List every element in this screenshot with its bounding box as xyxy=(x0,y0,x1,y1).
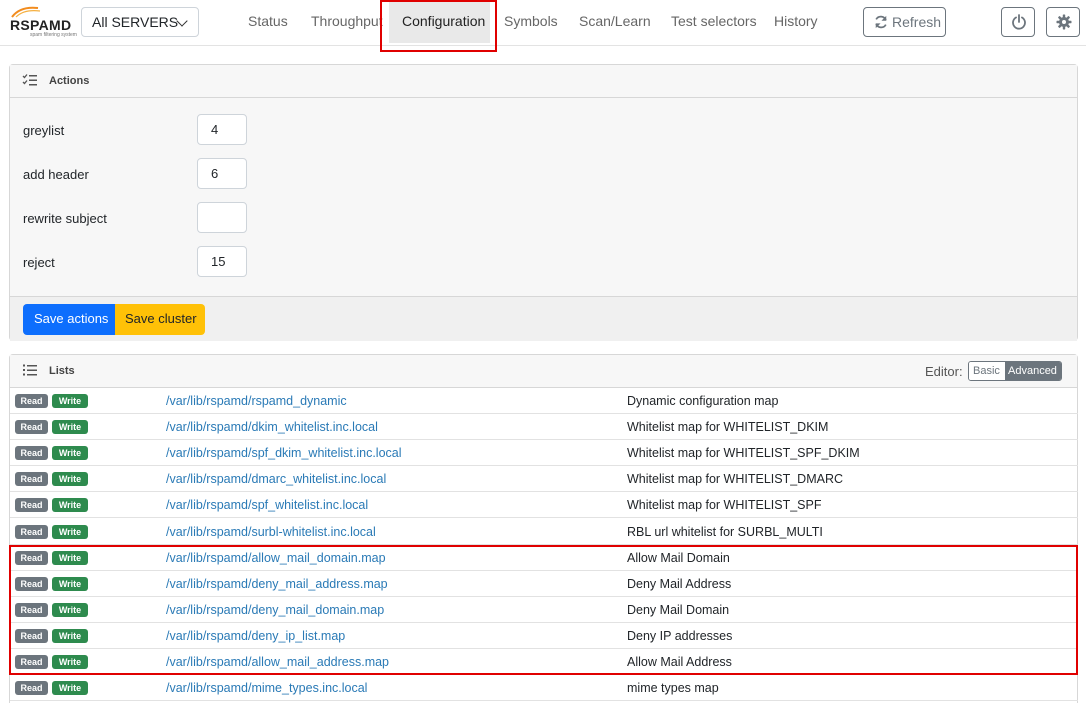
action-label-greylist: greylist xyxy=(23,123,64,138)
tab-symbols[interactable]: Symbols xyxy=(504,13,558,29)
read-badge[interactable]: Read xyxy=(15,525,48,539)
read-badge[interactable]: Read xyxy=(15,394,48,408)
map-description: Whitelist map for WHITELIST_DMARC xyxy=(627,472,843,486)
write-badge[interactable]: Write xyxy=(52,472,88,486)
action-label-add-header: add header xyxy=(23,167,89,182)
list-icon xyxy=(22,363,38,377)
tab-history[interactable]: History xyxy=(774,13,818,29)
table-row: Read Write/var/lib/rspamd/dmarc_whitelist… xyxy=(10,466,1078,492)
logo-tagline: spam filtering system xyxy=(30,32,77,38)
editor-basic-option[interactable]: Basic xyxy=(969,362,1005,380)
map-description: Whitelist map for WHITELIST_SPF xyxy=(627,498,821,512)
tab-scan-learn[interactable]: Scan/Learn xyxy=(579,13,651,29)
map-path-link[interactable]: /var/lib/rspamd/mime_types.inc.local xyxy=(166,681,367,695)
write-badge[interactable]: Write xyxy=(52,498,88,512)
refresh-button[interactable]: Refresh xyxy=(863,7,946,37)
actions-footer: Save actions Save cluster xyxy=(10,296,1077,341)
map-description: Whitelist map for WHITELIST_DKIM xyxy=(627,420,828,434)
action-label-rewrite-subject: rewrite subject xyxy=(23,211,107,226)
map-description: RBL url whitelist for SURBL_MULTI xyxy=(627,525,823,539)
server-select[interactable]: All SERVERS xyxy=(81,7,199,37)
tab-status[interactable]: Status xyxy=(248,13,288,29)
save-actions-button[interactable]: Save actions xyxy=(23,304,115,335)
map-path-link[interactable]: /var/lib/rspamd/dmarc_whitelist.inc.loca… xyxy=(166,472,386,486)
write-badge[interactable]: Write xyxy=(52,681,88,695)
write-badge[interactable]: Write xyxy=(52,525,88,539)
map-path-link[interactable]: /var/lib/rspamd/spf_whitelist.inc.local xyxy=(166,498,368,512)
map-description: Whitelist map for WHITELIST_SPF_DKIM xyxy=(627,446,860,460)
top-navbar: RSPAMD spam filtering system All SERVERS… xyxy=(0,0,1086,46)
list-check-icon xyxy=(22,73,38,87)
write-badge[interactable]: Write xyxy=(52,394,88,408)
map-path-link[interactable]: /var/lib/rspamd/dkim_whitelist.inc.local xyxy=(166,420,378,434)
tab-throughput[interactable]: Throughput xyxy=(311,13,383,29)
save-cluster-button[interactable]: Save cluster xyxy=(115,304,205,335)
greylist-input[interactable] xyxy=(197,114,247,145)
server-select-value: All SERVERS xyxy=(92,14,178,30)
disconnect-button[interactable] xyxy=(1001,7,1035,37)
write-badge[interactable]: Write xyxy=(52,420,88,434)
logo-text: RSPAMD xyxy=(10,17,71,33)
table-row: Read Write/var/lib/rspamd/spf_dkim_whitel… xyxy=(10,440,1078,466)
map-path-link[interactable]: /var/lib/rspamd/rspamd_dynamic xyxy=(166,394,347,408)
rewrite-subject-input[interactable] xyxy=(197,202,247,233)
map-description: Dynamic configuration map xyxy=(627,394,778,408)
settings-button[interactable] xyxy=(1046,7,1080,37)
read-badge[interactable]: Read xyxy=(15,472,48,486)
write-badge[interactable]: Write xyxy=(52,446,88,460)
editor-advanced-option[interactable]: Advanced xyxy=(1005,362,1062,380)
map-path-link[interactable]: /var/lib/rspamd/surbl-whitelist.inc.loca… xyxy=(166,525,376,539)
read-badge[interactable]: Read xyxy=(15,420,48,434)
actions-card: Actions greylist add header rewrite subj… xyxy=(9,64,1078,341)
editor-label: Editor: xyxy=(925,364,963,379)
tab-test-selectors[interactable]: Test selectors xyxy=(671,13,757,29)
table-row: Read Write/var/lib/rspamd/surbl-whitelist… xyxy=(10,519,1078,545)
refresh-icon xyxy=(874,15,888,29)
actions-title: Actions xyxy=(49,75,89,87)
lists-card-header: Lists Editor: Basic Advanced xyxy=(10,355,1077,388)
table-row: Read Write/var/lib/rspamd/rspamd_dynamic D… xyxy=(10,388,1078,414)
table-row: Read Write/var/lib/rspamd/mime_types.inc.… xyxy=(10,675,1078,701)
logo-swoosh-icon xyxy=(8,4,48,18)
table-row: Read Write/var/lib/rspamd/dkim_whitelist.… xyxy=(10,414,1078,440)
configuration-tab-highlight xyxy=(380,0,497,52)
gear-icon xyxy=(1056,14,1072,30)
reject-input[interactable] xyxy=(197,246,247,277)
refresh-label: Refresh xyxy=(892,14,941,30)
actions-card-header: Actions xyxy=(10,65,1077,98)
map-path-link[interactable]: /var/lib/rspamd/spf_dkim_whitelist.inc.l… xyxy=(166,446,402,460)
table-row: Read Write/var/lib/rspamd/spf_whitelist.i… xyxy=(10,492,1078,518)
read-badge[interactable]: Read xyxy=(15,681,48,695)
custom-maps-highlight xyxy=(9,545,1078,675)
editor-mode-toggle: Basic Advanced xyxy=(968,361,1062,381)
map-description: mime types map xyxy=(627,681,719,695)
action-label-reject: reject xyxy=(23,255,55,270)
read-badge[interactable]: Read xyxy=(15,498,48,512)
rspamd-logo[interactable]: RSPAMD spam filtering system xyxy=(8,4,70,40)
add-header-input[interactable] xyxy=(197,158,247,189)
lists-title: Lists xyxy=(49,365,75,377)
read-badge[interactable]: Read xyxy=(15,446,48,460)
power-icon xyxy=(1011,14,1027,30)
